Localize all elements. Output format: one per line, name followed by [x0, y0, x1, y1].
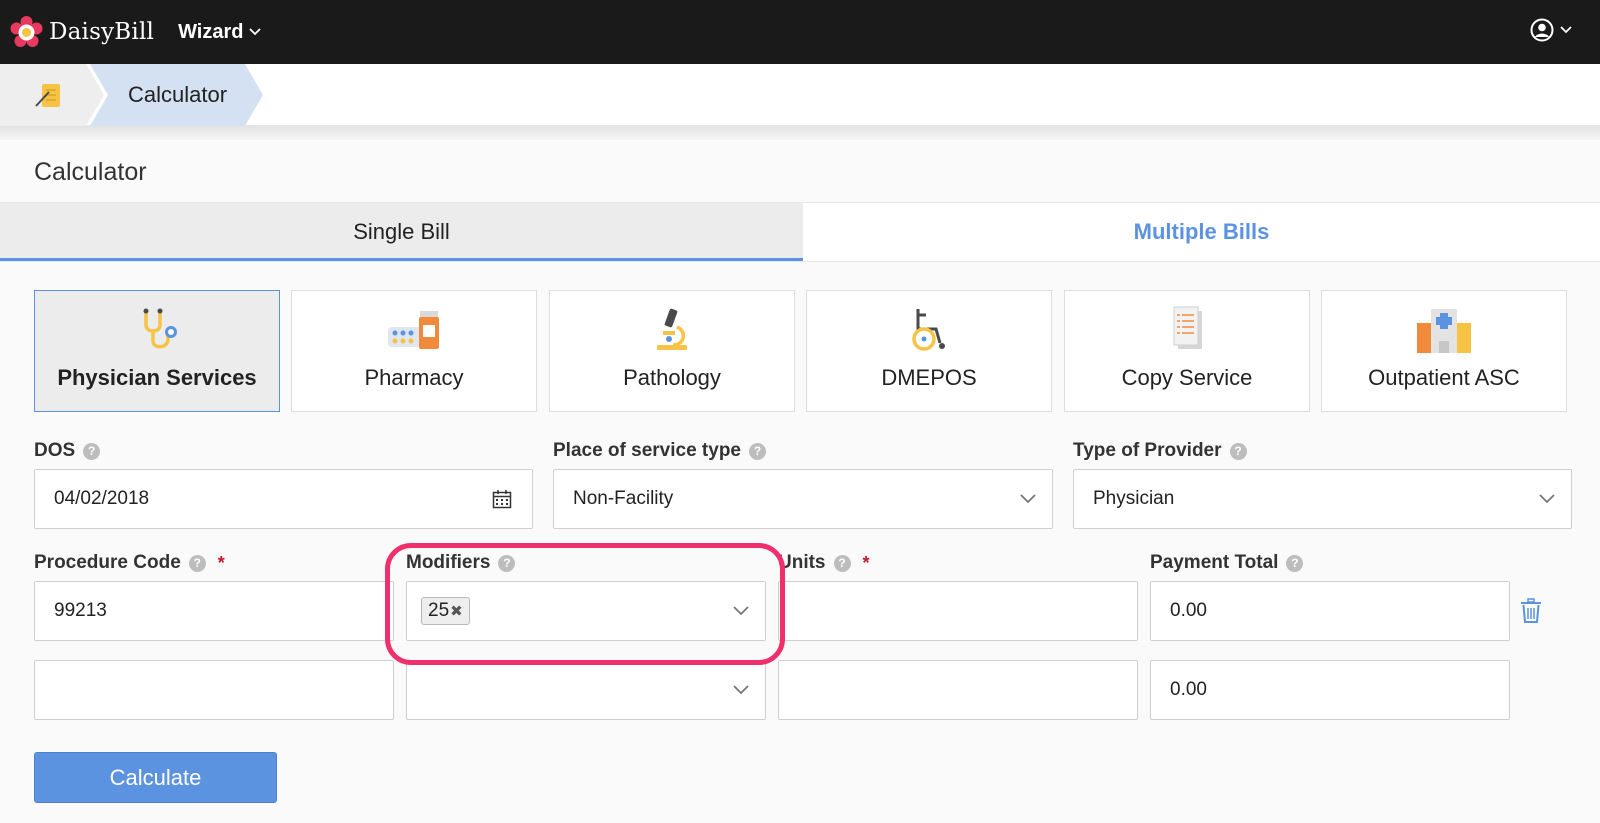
service-label: Pathology — [623, 365, 721, 390]
service-copy-service[interactable]: Copy Service — [1064, 290, 1310, 412]
header-shadow — [0, 126, 1600, 140]
help-icon[interactable]: ? — [1229, 442, 1247, 460]
payment-total-label: Payment Total? — [1150, 552, 1304, 574]
calendar-icon[interactable] — [492, 489, 512, 509]
modifiers-select[interactable]: 25 ✖ — [406, 581, 766, 641]
provider-type-value: Physician — [1093, 488, 1175, 509]
service-label: Outpatient ASC — [1368, 365, 1520, 390]
user-menu[interactable] — [1530, 18, 1572, 42]
help-icon[interactable]: ? — [1286, 554, 1304, 572]
payment-total-field[interactable]: 0.00 — [1150, 660, 1510, 720]
service-label: DMEPOS — [881, 365, 977, 390]
help-icon[interactable]: ? — [498, 554, 516, 572]
procedure-code-input[interactable] — [34, 660, 394, 720]
service-label: Copy Service — [1121, 365, 1253, 390]
required-mark: * — [217, 552, 225, 573]
breadcrumb: Calculator — [0, 64, 1600, 126]
chevron-down-icon — [1020, 494, 1036, 504]
wizard-menu[interactable]: Wizard — [178, 20, 262, 44]
page-title: Calculator — [34, 158, 147, 186]
provider-type-select[interactable]: Physician — [1073, 469, 1572, 529]
tab-single-bill[interactable]: Single Bill — [0, 203, 803, 261]
payment-total-label-text: Payment Total — [1150, 552, 1279, 573]
modifiers-select[interactable] — [406, 660, 766, 720]
payment-total-value: 0.00 — [1170, 679, 1207, 700]
wheelchair-icon — [912, 309, 945, 351]
units-input[interactable] — [778, 660, 1138, 720]
modifiers-label-text: Modifiers — [406, 552, 491, 573]
chevron-down-icon — [1539, 494, 1555, 504]
breadcrumb-current-label: Calculator — [128, 82, 228, 107]
help-icon[interactable]: ? — [188, 554, 206, 572]
dos-label-text: DOS — [34, 440, 76, 461]
calculate-button[interactable]: Calculate — [34, 752, 277, 803]
modifier-tag-label: 25 — [428, 600, 450, 621]
remove-tag-icon[interactable]: ✖ — [450, 602, 463, 620]
dos-field[interactable]: 04/02/2018 — [34, 469, 533, 529]
place-of-service-value: Non-Facility — [573, 488, 674, 509]
help-icon[interactable]: ? — [83, 442, 101, 460]
required-mark: * — [862, 552, 870, 573]
place-of-service-select[interactable]: Non-Facility — [553, 469, 1053, 529]
daisy-logo-icon — [10, 15, 43, 47]
service-pharmacy[interactable]: Pharmacy — [291, 290, 537, 412]
place-of-service-label: Place of service type? — [553, 440, 766, 462]
provider-type-label-text: Type of Provider — [1073, 440, 1222, 461]
hospital-icon — [1417, 309, 1471, 353]
payment-total-value: 0.00 — [1170, 600, 1207, 621]
chevron-down-icon — [733, 606, 749, 616]
chevron-down-icon — [733, 685, 749, 695]
chevron-down-icon — [1560, 26, 1572, 34]
service-label: Physician Services — [57, 365, 257, 390]
procedure-code-input[interactable]: 99213 — [34, 581, 394, 641]
pills-icon — [388, 311, 439, 349]
provider-type-label: Type of Provider? — [1073, 440, 1247, 462]
brand-name: DaisyBill — [49, 19, 155, 45]
dos-value: 04/02/2018 — [54, 488, 150, 509]
modifier-tag: 25 ✖ — [421, 597, 470, 625]
units-label: Units? * — [778, 552, 870, 574]
help-icon[interactable]: ? — [749, 442, 766, 460]
service-label: Pharmacy — [364, 365, 464, 390]
units-label-text: Units — [778, 552, 826, 573]
tab-multiple-bills[interactable]: Multiple Bills — [803, 203, 1600, 261]
notepad-icon — [35, 84, 60, 107]
help-icon[interactable]: ? — [833, 554, 851, 572]
top-navbar: DaisyBill Wizard — [0, 0, 1600, 64]
units-input[interactable] — [778, 581, 1138, 641]
wizard-menu-label: Wizard — [178, 20, 244, 43]
procedure-code-value: 99213 — [54, 600, 107, 621]
chevron-down-icon — [249, 28, 262, 36]
bill-tabs: Single Bill Multiple Bills — [0, 202, 1600, 262]
payment-total-field[interactable]: 0.00 — [1150, 581, 1510, 641]
service-dmepos[interactable]: DMEPOS — [806, 290, 1052, 412]
trash-icon[interactable] — [1520, 598, 1542, 624]
brand-logo[interactable]: DaisyBill — [10, 15, 155, 49]
document-copy-icon — [1173, 306, 1202, 349]
service-outpatient-asc[interactable]: Outpatient ASC — [1321, 290, 1567, 412]
microscope-icon — [657, 308, 687, 350]
dos-label: DOS? — [34, 440, 101, 462]
procedure-code-label-text: Procedure Code — [34, 552, 181, 573]
service-pathology[interactable]: Pathology — [549, 290, 795, 412]
procedure-code-label: Procedure Code? * — [34, 552, 225, 574]
stethoscope-icon — [143, 308, 177, 349]
service-physician-services[interactable]: Physician Services — [34, 290, 280, 412]
modifiers-label: Modifiers? — [406, 552, 516, 574]
user-circle-icon — [1530, 18, 1554, 42]
calculator-panel: Calculator Single Bill Multiple Bills Ph… — [0, 140, 1600, 823]
place-of-service-label-text: Place of service type — [553, 440, 741, 461]
